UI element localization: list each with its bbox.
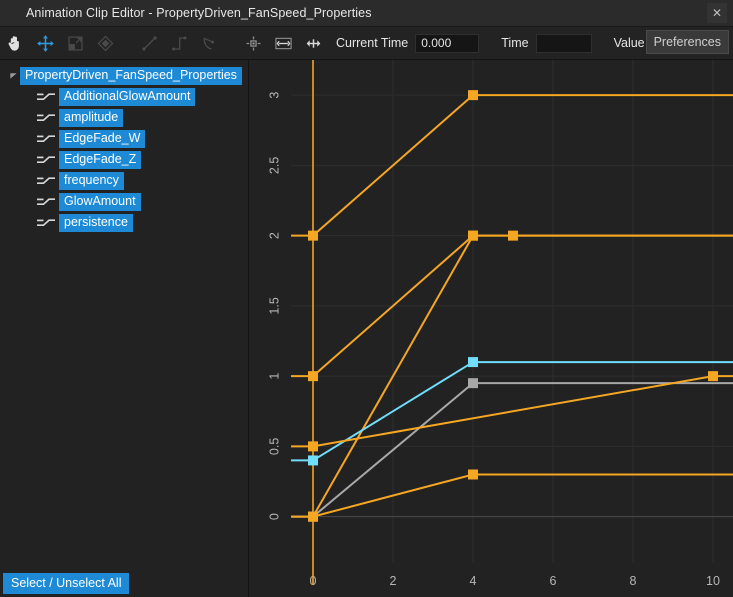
close-icon[interactable]: ✕ — [707, 3, 727, 23]
keyframe-handle[interactable] — [468, 357, 478, 368]
tree-root-label: PropertyDriven_FanSpeed_Properties — [20, 66, 242, 85]
scale-box-icon[interactable] — [60, 28, 90, 58]
keyframe-diamond-icon[interactable] — [90, 28, 120, 58]
editor-body: PropertyDriven_FanSpeed_Properties Addit… — [0, 60, 733, 597]
current-time-field[interactable]: 0.000 — [415, 33, 480, 53]
pan-hand-icon[interactable] — [0, 28, 30, 58]
keyframe-handle[interactable] — [308, 371, 318, 382]
select-unselect-all-button[interactable]: Select / Unselect All — [3, 573, 130, 594]
keyframe-handle[interactable] — [308, 455, 318, 466]
preferences-button[interactable]: Preferences — [645, 30, 729, 54]
y-axis-tick-label: 3 — [267, 92, 281, 99]
y-axis-tick-label: 0 — [267, 513, 281, 520]
y-axis-tick-label: 1.5 — [267, 297, 281, 314]
curve-track-icon — [37, 197, 55, 205]
animation-clip-editor-window: Animation Clip Editor - PropertyDriven_F… — [0, 0, 733, 597]
x-axis-tick-label: 2 — [390, 574, 397, 588]
time-label: Time — [501, 36, 529, 50]
tree-item-edgefade_w[interactable]: EdgeFade_W — [0, 128, 248, 149]
tree-item-label: persistence — [59, 213, 133, 232]
x-axis-tick-label: 4 — [470, 574, 477, 588]
time-field[interactable] — [535, 33, 592, 53]
x-axis-tick-label: 6 — [550, 574, 557, 588]
chevron-down-icon[interactable] — [6, 69, 20, 83]
smooth-tangent-icon[interactable] — [194, 28, 224, 58]
curve-track-icon — [37, 113, 55, 121]
move-arrows-icon[interactable] — [30, 28, 60, 58]
linear-tangent-icon[interactable] — [134, 28, 164, 58]
y-axis-tick-label: 2 — [267, 232, 281, 239]
tree-item-frequency[interactable]: frequency — [0, 170, 248, 191]
tree-root-row[interactable]: PropertyDriven_FanSpeed_Properties — [0, 65, 248, 86]
property-tree-panel: PropertyDriven_FanSpeed_Properties Addit… — [0, 60, 249, 597]
keyframe-handle[interactable] — [468, 230, 478, 241]
x-axis-tick-label: 10 — [706, 574, 720, 588]
step-tangent-icon[interactable] — [164, 28, 194, 58]
title-bar: Animation Clip Editor - PropertyDriven_F… — [0, 0, 733, 27]
keyframe-handle[interactable] — [708, 371, 718, 382]
keyframe-handle[interactable] — [508, 230, 518, 241]
value-label: Value — [613, 36, 645, 50]
y-axis-tick-label: 0.5 — [267, 438, 281, 455]
x-axis-tick-label: 8 — [630, 574, 637, 588]
tree-item-label: amplitude — [59, 108, 124, 127]
toolbar: Current Time 0.000 Time Value Preference… — [0, 27, 733, 60]
tree-item-label: GlowAmount — [59, 192, 141, 211]
fit-horizontal-icon[interactable] — [268, 28, 298, 58]
y-axis-tick-label: 2.5 — [267, 157, 281, 174]
current-time-label: Current Time — [336, 36, 409, 50]
snap-center-icon[interactable] — [238, 28, 268, 58]
property-tree: PropertyDriven_FanSpeed_Properties Addit… — [0, 60, 248, 233]
curve-track-icon — [37, 176, 55, 184]
keyframe-handle[interactable] — [308, 511, 318, 522]
window-title: Animation Clip Editor - PropertyDriven_F… — [26, 6, 372, 20]
curve-track-icon — [37, 155, 55, 163]
curve-track-icon — [37, 134, 55, 142]
keyframe-handle[interactable] — [308, 441, 318, 452]
keyframe-handle[interactable] — [308, 230, 318, 241]
curve-track-icon — [37, 92, 55, 100]
keyframe-handle[interactable] — [468, 90, 478, 101]
tree-item-persistence[interactable]: persistence — [0, 212, 248, 233]
tree-item-additionalglowamount[interactable]: AdditionalGlowAmount — [0, 86, 248, 107]
tree-item-edgefade_z[interactable]: EdgeFade_Z — [0, 149, 248, 170]
tree-item-glowamount[interactable]: GlowAmount — [0, 191, 248, 212]
tree-item-label: AdditionalGlowAmount — [59, 87, 196, 106]
curve-track-icon — [37, 218, 55, 226]
keyframe-handle[interactable] — [468, 378, 478, 389]
curve-graph[interactable]: 00.511.522.530246810 — [249, 60, 733, 597]
tree-item-label: EdgeFade_Z — [59, 150, 142, 169]
keyframe-handle[interactable] — [468, 469, 478, 480]
y-axis-tick-label: 1 — [267, 373, 281, 380]
expand-range-icon[interactable] — [298, 28, 328, 58]
curve-canvas[interactable]: 00.511.522.530246810 — [249, 60, 733, 597]
tree-item-label: frequency — [59, 171, 124, 190]
tree-item-label: EdgeFade_W — [59, 129, 146, 148]
tree-item-amplitude[interactable]: amplitude — [0, 107, 248, 128]
